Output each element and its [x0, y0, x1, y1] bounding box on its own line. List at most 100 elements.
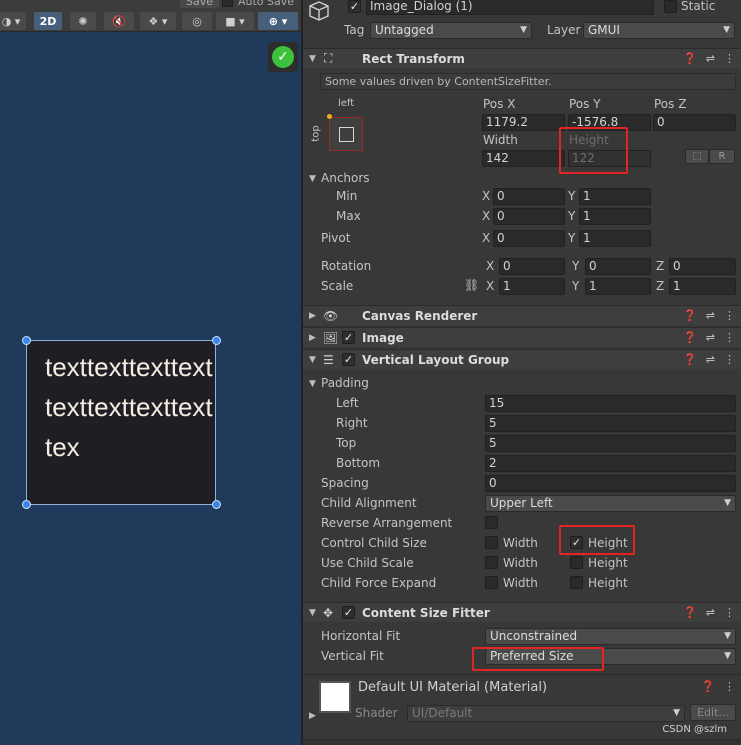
expand-height-label: Height [588, 576, 628, 590]
shading-mode-dropdown[interactable]: ◑ ▾ [0, 12, 26, 30]
min-x-field[interactable]: 0 [493, 188, 565, 205]
expand-width-checkbox[interactable] [485, 576, 498, 589]
help-icon[interactable]: ❓ [683, 331, 697, 344]
dialog-preview[interactable]: texttexttexttexttexttexttexttexttex [26, 340, 216, 505]
max-x-field[interactable]: 0 [493, 208, 565, 225]
max-y-field[interactable]: 1 [579, 208, 651, 225]
edit-shader-button[interactable]: Edit... [690, 704, 736, 721]
help-icon[interactable]: ❓ [683, 353, 697, 366]
menu-icon[interactable]: ⋮ [724, 353, 735, 366]
presets-icon[interactable]: ⇌ [706, 353, 715, 366]
menu-icon[interactable]: ⋮ [724, 52, 735, 65]
pad-top-field[interactable]: 5 [485, 435, 736, 452]
help-icon[interactable]: ❓ [701, 680, 715, 693]
scale-y-field[interactable]: 1 [585, 278, 651, 295]
help-icon[interactable]: ❓ [683, 309, 697, 322]
resize-handle-top-left[interactable] [22, 336, 31, 345]
presets-icon[interactable]: ⇌ [706, 52, 715, 65]
scene-view[interactable]: Save Auto Save ◑ ▾ 2D ✺ 🔇 ❖ ▾ ◎ ■ ▾ ⊕ ▾ … [0, 0, 301, 745]
padding-fold-icon[interactable]: ▼ [309, 379, 316, 389]
scale-z-field[interactable]: 1 [669, 278, 736, 295]
fold-arrow-icon[interactable]: ▼ [309, 54, 316, 64]
canvas-renderer-header[interactable]: ▶ 👁 Canvas Renderer ❓ ⇌ ⋮ [303, 305, 741, 325]
menu-icon[interactable]: ⋮ [724, 606, 735, 619]
link-icon[interactable]: ⛓ [464, 278, 479, 292]
image-header[interactable]: ▶ 🖼 ✓ Image ❓ ⇌ ⋮ [303, 327, 741, 347]
posy-field[interactable]: -1576.8 [568, 114, 651, 131]
layer-dropdown[interactable]: GMUI ▼ [583, 22, 735, 39]
camera-dropdown[interactable]: ■ ▾ [216, 12, 254, 30]
image-enabled-checkbox[interactable]: ✓ [342, 331, 355, 344]
audio-icon[interactable]: 🔇 [104, 12, 134, 30]
visibility-icon[interactable]: ◎ [182, 12, 212, 30]
vlg-enabled-checkbox[interactable]: ✓ [342, 353, 355, 366]
pad-bottom-field[interactable]: 2 [485, 455, 736, 472]
autosave-checkbox[interactable] [222, 0, 233, 7]
menu-icon[interactable]: ⋮ [724, 680, 735, 693]
resize-handle-bottom-right[interactable] [212, 500, 221, 509]
orientation-gizmo[interactable]: ✓ [268, 42, 298, 72]
raw-edit-button[interactable]: R [709, 149, 735, 164]
presets-icon[interactable]: ⇌ [706, 309, 715, 322]
rotation-z-field[interactable]: 0 [669, 258, 736, 275]
rotation-x-field[interactable]: 0 [499, 258, 565, 275]
checkmark-icon: ✓ [272, 46, 294, 68]
control-height-label: Height [588, 536, 628, 550]
anchors-fold-icon[interactable]: ▼ [309, 174, 316, 184]
vertical-fit-value: Preferred Size [490, 649, 574, 663]
fold-arrow-icon[interactable]: ▶ [309, 311, 316, 321]
lighting-icon[interactable]: ✺ [70, 12, 96, 30]
help-icon[interactable]: ❓ [683, 606, 697, 619]
posz-field[interactable]: 0 [653, 114, 736, 131]
csf-title: Content Size Fitter [362, 605, 490, 620]
scale-height-checkbox[interactable] [570, 556, 583, 569]
shader-dropdown[interactable]: UI/Default ▼ [407, 705, 685, 722]
active-checkbox[interactable]: ✓ [348, 0, 361, 13]
scale-x-field[interactable]: 1 [499, 278, 565, 295]
reverse-arrangement-checkbox[interactable] [485, 516, 498, 529]
blueprint-mode-button[interactable]: ⬚ [685, 149, 709, 164]
effects-dropdown[interactable]: ❖ ▾ [140, 12, 176, 30]
resize-handle-bottom-left[interactable] [22, 500, 31, 509]
pad-left-field[interactable]: 15 [485, 395, 736, 412]
fold-arrow-icon[interactable]: ▼ [309, 608, 316, 618]
control-width-checkbox[interactable] [485, 536, 498, 549]
vertical-fit-dropdown[interactable]: Preferred Size ▼ [485, 648, 736, 665]
rot-x-axis-label: X [486, 259, 495, 273]
anchors-label: Anchors [321, 171, 370, 185]
rotation-y-field[interactable]: 0 [585, 258, 651, 275]
object-name-field[interactable]: Image_Dialog (1) [366, 0, 654, 15]
pivot-x-field[interactable]: 0 [493, 230, 565, 247]
material-fold-icon[interactable]: ▶ [309, 711, 316, 721]
min-y-field[interactable]: 1 [579, 188, 651, 205]
scale-width-checkbox[interactable] [485, 556, 498, 569]
vlg-header[interactable]: ▼ ☰ ✓ Vertical Layout Group ❓ ⇌ ⋮ [303, 349, 741, 369]
gizmos-dropdown[interactable]: ⊕ ▾ [258, 12, 298, 30]
anchor-presets-button[interactable] [329, 117, 363, 151]
posx-field[interactable]: 1179.2 [482, 114, 565, 131]
help-icon[interactable]: ❓ [683, 52, 697, 65]
menu-icon[interactable]: ⋮ [724, 309, 735, 322]
presets-icon[interactable]: ⇌ [706, 606, 715, 619]
horizontal-fit-dropdown[interactable]: Unconstrained ▼ [485, 628, 736, 645]
spacing-field[interactable]: 0 [485, 475, 736, 492]
material-preview[interactable] [319, 681, 351, 713]
menu-icon[interactable]: ⋮ [724, 331, 735, 344]
static-checkbox[interactable] [664, 0, 677, 13]
tag-dropdown[interactable]: Untagged ▼ [370, 22, 532, 39]
csf-enabled-checkbox[interactable]: ✓ [342, 606, 355, 619]
expand-height-checkbox[interactable] [570, 576, 583, 589]
fold-arrow-icon[interactable]: ▶ [309, 333, 316, 343]
csf-header[interactable]: ▼ ✥ ✓ Content Size Fitter ❓ ⇌ ⋮ [303, 602, 741, 622]
fold-arrow-icon[interactable]: ▼ [309, 355, 316, 365]
rect-transform-header[interactable]: ▼ ⛶ Rect Transform ❓ ⇌ ⋮ [303, 48, 741, 68]
pad-right-field[interactable]: 5 [485, 415, 736, 432]
save-button[interactable]: Save [180, 0, 220, 8]
width-field[interactable]: 142 [482, 150, 565, 167]
control-height-checkbox[interactable]: ✓ [570, 536, 583, 549]
resize-handle-top-right[interactable] [212, 336, 221, 345]
child-alignment-dropdown[interactable]: Upper Left ▼ [485, 495, 736, 512]
2d-toggle-button[interactable]: 2D [34, 12, 62, 30]
presets-icon[interactable]: ⇌ [706, 331, 715, 344]
pivot-y-field[interactable]: 1 [579, 230, 651, 247]
